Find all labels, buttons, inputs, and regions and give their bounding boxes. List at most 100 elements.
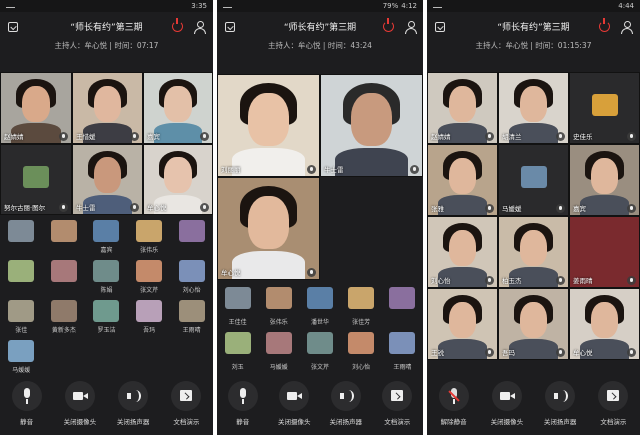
avatar [8,340,35,362]
mic-icon [410,165,419,174]
share-doc-button[interactable]: 文档演示 [375,381,419,426]
participant-thumbnail[interactable]: 王佳佳 [217,283,258,328]
video-tile[interactable]: 刘心怡 [427,216,498,288]
status-time: 4:44 [618,2,634,10]
share-doc-button[interactable]: 文档演示 [164,381,208,426]
host-label: 主持人：牟心悦 [475,41,529,50]
participant-thumbnail[interactable] [170,216,213,256]
participant-thumbnail[interactable] [43,256,86,296]
video-tile[interactable]: 嘉宾 [569,144,640,216]
mic-icon [200,203,209,212]
avatar [306,332,333,354]
participant-thumbnail[interactable]: 吾玛 [128,296,171,336]
leave-meeting-icon[interactable] [599,18,610,32]
participant-thumbnail[interactable]: 潘世华 [299,283,340,328]
participant-name: 嘉宾 [147,133,160,141]
participants-icon[interactable] [621,21,633,34]
avatar [136,260,163,282]
video-tile[interactable]: 赵婧婧 [0,72,72,144]
camera-icon [64,381,95,411]
participant-thumbnail[interactable]: 张文芹 [128,256,171,296]
speaker-button[interactable]: 关闭扬声器 [324,381,368,426]
participant-thumbnail[interactable]: 王雨晴 [170,296,213,336]
video-tile[interactable]: 刘丽丽 [217,74,320,177]
speaker-button[interactable]: 关闭扬声器 [538,381,582,426]
participants-icon[interactable] [194,21,206,34]
speaker-button[interactable]: 关闭扬声器 [111,381,155,426]
video-tile[interactable]: 吾玛 [498,288,569,360]
participant-thumbnail[interactable]: 张伟乐 [128,216,171,256]
signal-icon [433,2,442,10]
video-tile[interactable]: 胡清兰 [498,72,569,144]
participant-thumbnail[interactable] [0,256,43,296]
participant-thumbnail[interactable]: 张佳芳 [341,283,382,328]
leave-meeting-icon[interactable] [172,18,183,32]
participant-thumbnail[interactable]: 马媛媛 [0,336,43,376]
avatar [348,287,375,309]
video-tile[interactable]: 努尔古丽·图尔 [0,144,72,215]
participant-name: 马媛媛 [12,367,31,374]
mic-icon [485,204,494,213]
avatar [389,332,416,354]
participant-name: 牟心悦 [147,204,167,212]
video-tile[interactable]: 柏玉杰 [498,216,569,288]
video-tile[interactable]: 张雅 [427,144,498,216]
participant-thumbnail[interactable]: 罗玉洁 [85,296,128,336]
microphone-icon [227,381,258,411]
video-tile[interactable]: 王惜媛 [72,72,143,144]
avatar [8,260,35,282]
video-tile[interactable]: 姜雨晴 [569,216,640,288]
participant-thumbnail[interactable]: 张佳 [0,296,43,336]
video-tile[interactable]: 马媛媛 [498,144,569,216]
participant-name: 王雨晴 [182,327,201,334]
participant-thumbnail[interactable]: 黄新多杰 [43,296,86,336]
video-tile[interactable]: 牛士雷 [320,74,423,177]
participant-thumbnail[interactable]: 王雨晴 [382,328,423,373]
video-tile[interactable]: 史佳乐 [569,72,640,144]
participant-thumbnail[interactable] [0,216,43,256]
avatar [8,220,35,242]
mute-button[interactable]: 静音 [221,381,265,426]
participant-thumbnail[interactable]: 刘心怡 [170,256,213,296]
avatar [93,300,120,322]
mic-icon [627,132,636,141]
video-tile[interactable]: 牟心悦 [569,288,640,360]
participant-name: 张雅 [431,205,444,213]
camera-button[interactable]: 关闭摄像头 [485,381,529,426]
participant-thumbnail[interactable]: 张伟乐 [258,283,299,328]
participant-name: 陈娟 [100,287,113,294]
unmute-button[interactable]: 解除静音 [432,381,476,426]
mic-icon [59,203,68,212]
video-tile[interactable]: 牟心悦 [217,177,320,280]
participant-name: 胡清兰 [502,133,522,141]
participant-name: 张文芹 [140,287,159,294]
participant-thumbnail[interactable]: 张文芹 [299,328,340,373]
video-tile[interactable]: 嘉宾 [143,72,213,144]
video-tile[interactable]: 赵婧婧 [427,72,498,144]
camera-icon [491,381,522,411]
video-tile[interactable]: 牛士雷 [72,144,143,215]
participant-thumbnail[interactable] [43,216,86,256]
meeting-meta: 主持人：牟心悦 | 时间：01:15:37 [475,41,592,50]
participant-thumbnail[interactable]: 刘玉 [217,328,258,373]
participant-thumbnail[interactable] [382,283,423,328]
participant-name: 刘心怡 [352,364,371,371]
participant-name: 王锐 [431,349,444,357]
avatar [265,287,292,309]
leave-meeting-icon[interactable] [383,18,394,32]
participant-thumbnail[interactable]: 嘉宾 [85,216,128,256]
participant-thumbnail[interactable]: 陈娟 [85,256,128,296]
camera-button[interactable]: 关闭摄像头 [58,381,102,426]
participant-thumbnail[interactable]: 马媛媛 [258,328,299,373]
mic-icon [556,276,565,285]
status-time: 4:12 [401,2,417,10]
mute-button[interactable]: 静音 [5,381,49,426]
camera-button[interactable]: 关闭摄像头 [272,381,316,426]
video-tile[interactable]: 牟心悦 [143,144,213,215]
video-tile[interactable]: 王锐 [427,288,498,360]
participant-name: 努尔古丽·图尔 [4,204,46,212]
share-doc-button[interactable]: 文档演示 [591,381,635,426]
participants-icon[interactable] [405,21,417,34]
participant-thumbnail[interactable]: 刘心怡 [341,328,382,373]
thumbnail-grid: 嘉宾 张伟乐陈娟 张文芹 刘心怡张佳 黄新多杰 罗玉洁 吾玛 王雨晴马媛媛 [0,216,213,375]
